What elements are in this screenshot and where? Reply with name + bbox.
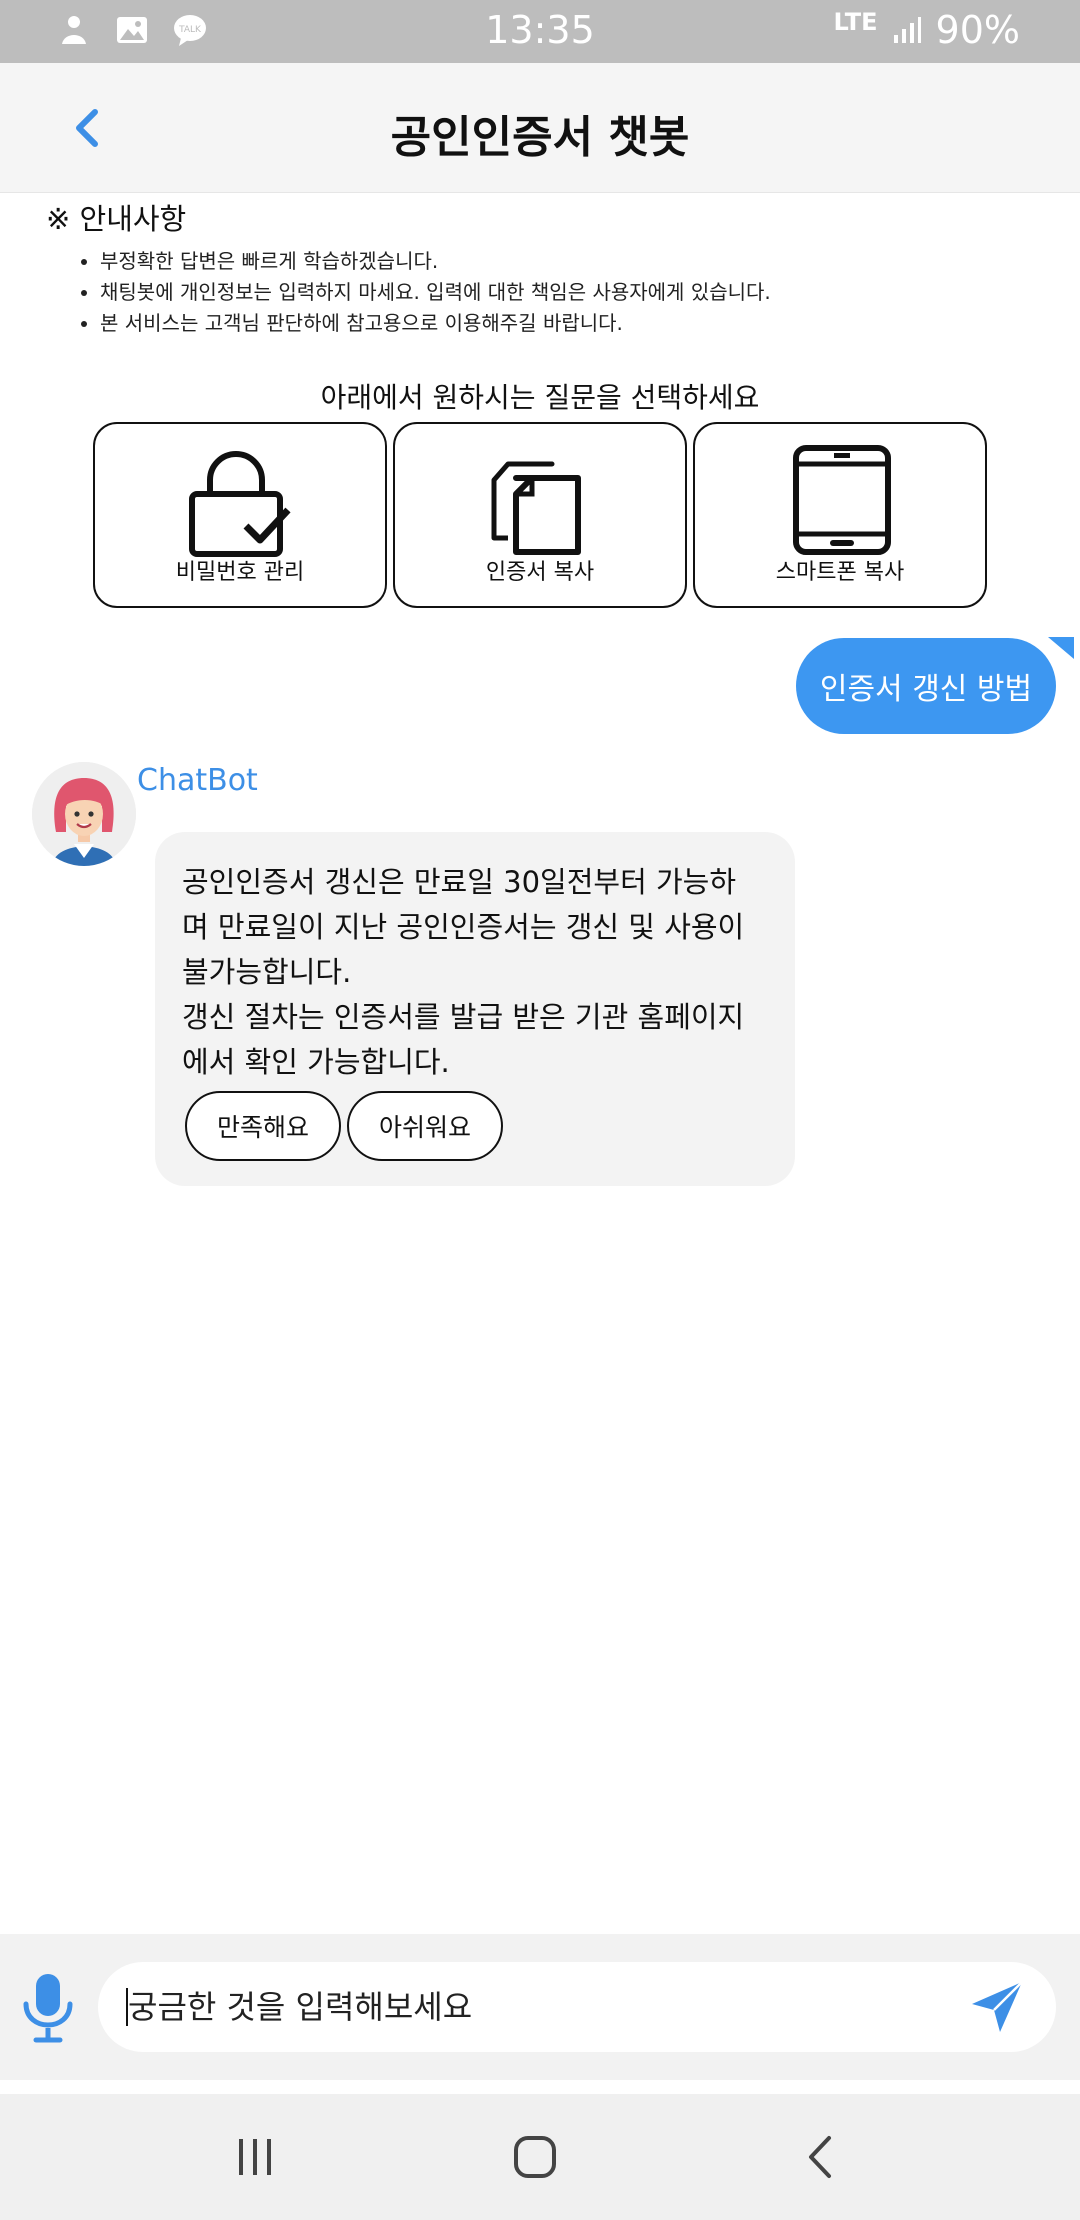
menu-card-cert-copy[interactable]: 인증서 복사 <box>393 422 687 608</box>
bot-message: 공인인증서 갱신은 만료일 30일전부터 가능하 며 만료일이 지난 공인인증서… <box>155 832 795 1186</box>
menu-prompt: 아래에서 원하시는 질문을 선택하세요 <box>320 381 760 414</box>
menu-row: 비밀번호 관리 인증서 복사 스마트폰 복사 <box>93 422 987 608</box>
system-nav-bar <box>0 2094 1080 2220</box>
bot-text-line: 공인인증서 갱신은 만료일 30일전부터 가능하 <box>182 865 737 899</box>
mic-button[interactable] <box>20 1972 76 2044</box>
app-header: 공인인증서 챗봇 <box>0 63 1080 193</box>
recent-apps-button[interactable] <box>225 2132 285 2182</box>
user-message: 인증서 갱신 방법 <box>796 638 1056 734</box>
menu-card-phone-copy[interactable]: 스마트폰 복사 <box>693 422 987 608</box>
chatbot-avatar-icon <box>32 762 136 866</box>
copy-document-icon <box>491 461 581 555</box>
send-icon <box>972 1981 1023 2032</box>
notice-item: 채팅봇에 개인정보는 입력하지 마세요. 입력에 대한 책임은 사용자에게 있습… <box>100 277 1046 308</box>
menu-card-label: 인증서 복사 <box>485 560 595 585</box>
status-bar: TALK 13:35 LTE 90% <box>0 0 1080 63</box>
input-bar: 궁금한 것을 입력해보세요 <box>0 1934 1080 2080</box>
bot-text-line: 에서 확인 가능합니다. <box>182 1045 450 1079</box>
bot-name: ChatBot <box>137 763 258 798</box>
microphone-icon <box>23 1974 73 2043</box>
bot-message-text: 공인인증서 갱신은 만료일 30일전부터 가능하 며 만료일이 지난 공인인증서… <box>182 860 767 1085</box>
notice-item: 부정확한 답변은 빠르게 학습하겠습니다. <box>100 246 1046 277</box>
dissatisfied-button[interactable]: 아쉬워요 <box>347 1091 503 1161</box>
home-button[interactable] <box>505 2132 565 2182</box>
user-bubble-tail <box>1048 637 1074 659</box>
tablet-icon <box>793 445 891 555</box>
lock-check-icon <box>189 451 291 557</box>
back-arrow-icon <box>809 2136 831 2178</box>
nav-back-button[interactable] <box>790 2132 850 2182</box>
network-type: LTE <box>833 8 878 36</box>
bot-text-line: 갱신 절차는 인증서를 발급 받은 기관 홈페이지 <box>182 1000 745 1034</box>
recent-apps-icon <box>239 2139 271 2175</box>
notice-title: ※ 안내사항 <box>46 202 187 236</box>
bot-text-line: 불가능합니다. <box>182 955 352 989</box>
feedback-row: 만족해요 아쉬워요 <box>185 1091 767 1161</box>
notice-section: ※ 안내사항 부정확한 답변은 빠르게 학습하겠습니다. 채팅봇에 개인정보는 … <box>46 196 1046 339</box>
menu-card-label: 스마트폰 복사 <box>775 560 905 585</box>
notice-list: 부정확한 답변은 빠르게 학습하겠습니다. 채팅봇에 개인정보는 입력하지 마세… <box>46 246 1046 339</box>
home-icon <box>514 2136 556 2178</box>
message-input-placeholder: 궁금한 것을 입력해보세요 <box>128 1988 473 2026</box>
send-button[interactable] <box>968 1978 1026 2036</box>
avatar <box>32 762 136 866</box>
satisfied-button[interactable]: 만족해요 <box>185 1091 341 1161</box>
battery-level: 90% <box>935 8 1020 52</box>
menu-card-label: 비밀번호 관리 <box>175 560 305 585</box>
signal-icon <box>893 17 921 43</box>
menu-card-password[interactable]: 비밀번호 관리 <box>93 422 387 608</box>
status-right: LTE 90% <box>833 8 1020 52</box>
message-input[interactable]: 궁금한 것을 입력해보세요 <box>98 1962 1056 2052</box>
notice-item: 본 서비스는 고객님 판단하에 참고용으로 이용해주길 바랍니다. <box>100 308 1046 339</box>
bot-text-line: 며 만료일이 지난 공인인증서는 갱신 및 사용이 <box>182 910 745 944</box>
page-title: 공인인증서 챗봇 <box>390 112 690 163</box>
